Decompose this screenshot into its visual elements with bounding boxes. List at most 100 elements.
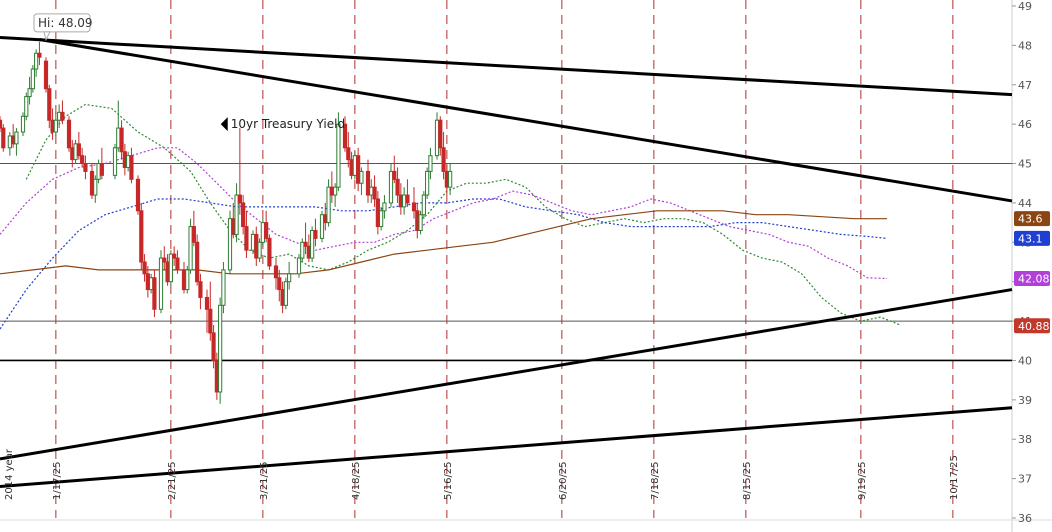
candle: [73, 139, 78, 164]
candle: [254, 226, 259, 266]
candle: [204, 289, 210, 333]
candle: [162, 246, 167, 270]
y-tick-label: 48: [1018, 39, 1032, 52]
candle-body: [76, 143, 81, 157]
candle-body: [93, 178, 98, 196]
y-tick-label: 38: [1018, 433, 1032, 446]
x-tick-label: 7/18/25: [650, 461, 661, 500]
candle-body: [234, 194, 239, 235]
candle: [168, 250, 173, 286]
candle-body: [375, 198, 380, 228]
candle: [310, 226, 315, 262]
candle-body: [24, 96, 29, 117]
y-tick-label: 40: [1018, 354, 1032, 367]
candle: [53, 112, 58, 136]
candle: [211, 325, 216, 369]
x-tick-label: 2/21/25: [167, 461, 178, 500]
candle-body: [168, 253, 173, 283]
candle-body: [139, 210, 144, 263]
candle-body: [231, 218, 236, 235]
candle-body: [425, 170, 430, 196]
candle-body: [142, 261, 147, 275]
candle-body: [434, 119, 440, 157]
candle: [24, 92, 29, 121]
candle-body: [277, 277, 282, 291]
x-tick-label: 1/17/25: [52, 461, 63, 500]
candle-body: [149, 277, 154, 291]
candle: [438, 116, 443, 156]
x-tick-label: 9/19/25: [857, 461, 868, 500]
candle-body: [37, 52, 42, 58]
candle: [352, 151, 357, 180]
candle: [152, 269, 157, 318]
candle-body: [441, 147, 446, 172]
candle: [264, 210, 269, 243]
candle-body: [349, 159, 354, 176]
candle-body: [382, 202, 387, 212]
candle-body: [250, 233, 256, 251]
price-badge-label: 40.88: [1018, 320, 1050, 333]
price-badge: 42.08: [1014, 271, 1050, 287]
candle-body: [66, 119, 72, 149]
y-tick-label: 39: [1018, 394, 1032, 407]
candle: [323, 202, 328, 231]
horizontal-levels: [0, 163, 1012, 362]
candle: [89, 163, 95, 199]
candle: [329, 171, 334, 203]
candle: [80, 147, 85, 168]
candle: [280, 281, 285, 314]
candle: [306, 234, 311, 262]
candle-body: [388, 170, 394, 204]
candle: [119, 120, 124, 160]
candle-body: [369, 186, 374, 196]
candle-body: [14, 131, 19, 145]
candle-body: [96, 163, 101, 180]
candle: [191, 210, 196, 247]
candle: [402, 187, 407, 215]
candle: [66, 116, 72, 152]
candle-body: [411, 202, 417, 212]
candle-body: [356, 155, 361, 184]
candle-body: [158, 257, 164, 310]
price-badge: 43.1: [1014, 230, 1050, 246]
candle-body: [257, 241, 262, 259]
candle-body: [329, 186, 334, 196]
candle-body: [27, 88, 32, 98]
candle: [116, 100, 121, 152]
candle-body: [1, 127, 6, 149]
candle-body: [237, 194, 242, 204]
candle: [50, 108, 55, 140]
candle: [14, 128, 19, 156]
candle-body: [7, 135, 12, 149]
moving-average-line: [0, 198, 888, 330]
candle: [405, 179, 410, 207]
candle-body: [214, 359, 219, 393]
annotation-arrow-icon: [220, 117, 228, 132]
price-badge-label: 43.1: [1018, 232, 1043, 245]
candle: [1, 124, 6, 152]
candle: [218, 297, 223, 404]
candle-body: [60, 111, 65, 121]
candle-body: [296, 257, 302, 275]
chart-annotation: 10yr Treasury Yield: [220, 117, 345, 132]
candle-body: [80, 155, 85, 165]
candle-body: [99, 163, 104, 176]
candle-body: [11, 135, 16, 145]
candle: [415, 202, 420, 239]
price-badge: 40.88: [1014, 318, 1050, 334]
candle: [287, 262, 292, 290]
candle-body: [398, 194, 403, 208]
candle-body: [323, 214, 328, 224]
candle: [365, 159, 371, 203]
x-tick-label: 8/15/25: [742, 461, 753, 500]
candle: [250, 230, 256, 255]
candle: [303, 222, 308, 255]
candle-body: [119, 127, 124, 153]
trend-line: [0, 288, 1013, 461]
candle: [267, 234, 272, 270]
candle: [346, 132, 351, 168]
candle: [379, 206, 384, 231]
price-badge-label: 43.6: [1018, 213, 1043, 226]
candle-body: [53, 119, 58, 133]
candle: [319, 210, 325, 243]
